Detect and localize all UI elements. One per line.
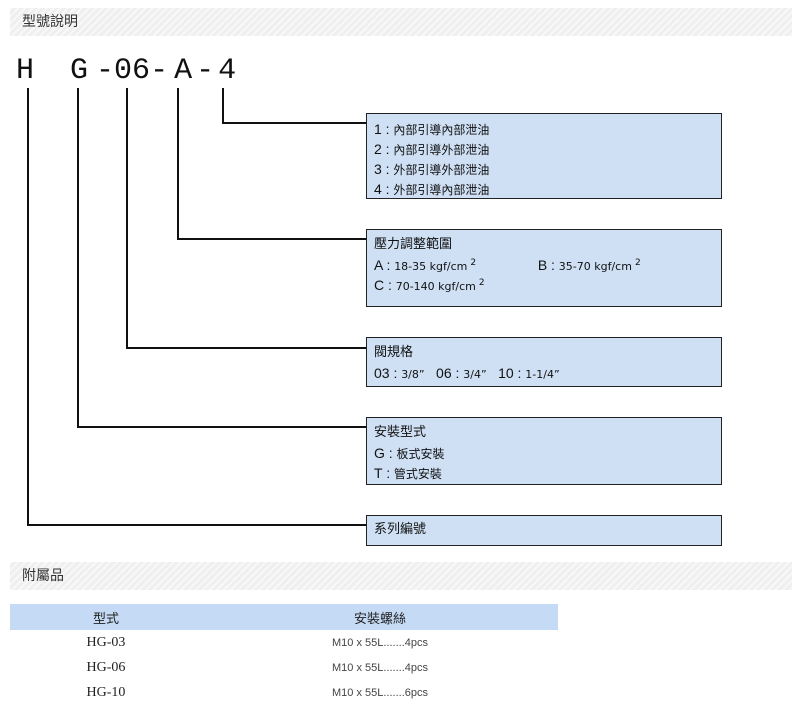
mount-box: 安裝型式 G : 板式安裝 T : 管式安裝 bbox=[366, 417, 722, 485]
drain-key-3: 3 : bbox=[374, 161, 390, 177]
pressure-row-ab: A : 18-35 kgf/cm 2 B : 35-70 kgf/cm 2 bbox=[374, 255, 714, 275]
pressure-key-c: C : bbox=[374, 277, 392, 293]
row-spec: M10 x 55L.......6pcs bbox=[332, 686, 428, 699]
accessories-table: 型式 安裝螺絲 HG-03 M10 x 55L.......4pcs HG-06… bbox=[10, 604, 558, 705]
row-model: HG-03 bbox=[86, 634, 126, 650]
model-code: H G -06- A -4 bbox=[16, 56, 236, 86]
series-box: 系列編號 bbox=[366, 515, 722, 546]
table-row: HG-10 M10 x 55L.......6pcs bbox=[10, 680, 558, 705]
drain-text-1: 內部引導內部泄油 bbox=[393, 123, 490, 137]
mount-key-t: T : bbox=[374, 465, 391, 481]
code-char-drain: 4 bbox=[218, 54, 237, 88]
pressure-row-c: C : 70-140 kgf/cm 2 bbox=[374, 275, 714, 295]
drain-box: 1 : 內部引導內部泄油 2 : 內部引導外部泄油 3 : 外部引導外部泄油 4… bbox=[366, 113, 722, 199]
connector-series-h bbox=[27, 524, 367, 526]
code-dash-2: - bbox=[150, 54, 169, 88]
pressure-key-a: A : bbox=[374, 257, 391, 273]
size-key-06: 06 : bbox=[436, 365, 460, 381]
mount-option-g: G : 板式安裝 bbox=[374, 443, 714, 463]
drain-option-2: 2 : 內部引導外部泄油 bbox=[374, 139, 714, 159]
pressure-sup-c: 2 bbox=[478, 278, 485, 288]
row-spec: M10 x 55L.......4pcs bbox=[332, 661, 428, 674]
table-row: HG-06 M10 x 55L.......4pcs bbox=[10, 655, 558, 680]
connector-drain-v bbox=[222, 88, 224, 124]
size-val-10: 1-1/4” bbox=[525, 368, 560, 381]
pressure-sup-a: 2 bbox=[470, 258, 477, 268]
pressure-sup-b: 2 bbox=[634, 258, 641, 268]
size-row: 03 : 3/8” 06 : 3/4” 10 : 1-1/4” bbox=[374, 363, 714, 383]
drain-key-4: 4 : bbox=[374, 181, 390, 197]
connector-mount-v bbox=[77, 88, 79, 428]
row-model: HG-06 bbox=[86, 659, 126, 675]
pressure-val-a: 18-35 kgf/cm bbox=[394, 260, 468, 273]
code-char-mount: G bbox=[70, 54, 89, 88]
pressure-title: 壓力調整範圍 bbox=[374, 237, 453, 252]
row-model: HG-10 bbox=[86, 684, 126, 700]
section-header-accessories: 附屬品 bbox=[10, 562, 792, 590]
code-dash-3: - bbox=[196, 54, 215, 88]
connector-size-h bbox=[126, 347, 367, 349]
pressure-box: 壓力調整範圍 A : 18-35 kgf/cm 2 B : 35-70 kgf/c… bbox=[366, 229, 722, 307]
drain-option-1: 1 : 內部引導內部泄油 bbox=[374, 119, 714, 139]
drain-key-2: 2 : bbox=[374, 141, 390, 157]
drain-key-1: 1 : bbox=[374, 121, 390, 137]
code-dash-1: - bbox=[96, 54, 115, 88]
row-spec: M10 x 55L.......4pcs bbox=[332, 636, 428, 649]
connector-drain-h bbox=[222, 122, 367, 124]
pressure-key-b: B : bbox=[537, 257, 555, 273]
mount-text-g: 板式安裝 bbox=[396, 447, 445, 461]
section-header-model: 型號說明 bbox=[10, 8, 792, 36]
section-title-model: 型號說明 bbox=[22, 14, 78, 30]
table-row: HG-03 M10 x 55L.......4pcs bbox=[10, 630, 558, 655]
drain-option-4: 4 : 外部引導內部泄油 bbox=[374, 179, 714, 199]
connector-series-v bbox=[27, 88, 29, 526]
header-model: 型式 bbox=[10, 604, 202, 630]
drain-text-2: 內部引導外部泄油 bbox=[393, 143, 490, 157]
code-char-size: 06 bbox=[114, 54, 151, 88]
pressure-val-c: 70-140 kgf/cm bbox=[395, 280, 476, 293]
code-char-series: H bbox=[16, 54, 35, 88]
mount-text-t: 管式安裝 bbox=[393, 467, 442, 481]
size-key-03: 03 : bbox=[374, 365, 398, 381]
size-val-06: 3/4” bbox=[463, 368, 487, 381]
code-char-pressure: A bbox=[174, 54, 193, 88]
size-title: 閥規格 bbox=[374, 345, 414, 360]
size-box: 閥規格 03 : 3/8” 06 : 3/4” 10 : 1-1/4” bbox=[366, 337, 722, 387]
pressure-val-b: 35-70 kgf/cm bbox=[558, 260, 632, 273]
connector-size-v bbox=[126, 88, 128, 349]
drain-text-3: 外部引導外部泄油 bbox=[393, 163, 490, 177]
header-screws: 安裝螺絲 bbox=[202, 604, 558, 630]
mount-title: 安裝型式 bbox=[374, 425, 427, 440]
series-title: 系列編號 bbox=[374, 522, 427, 537]
size-val-03: 3/8” bbox=[401, 368, 425, 381]
connector-pressure-v bbox=[177, 88, 179, 240]
table-header-row: 型式 安裝螺絲 bbox=[10, 604, 558, 630]
size-key-10: 10 : bbox=[498, 365, 522, 381]
drain-option-3: 3 : 外部引導外部泄油 bbox=[374, 159, 714, 179]
mount-key-g: G : bbox=[374, 445, 393, 461]
section-title-accessories: 附屬品 bbox=[22, 568, 64, 584]
connector-mount-h bbox=[77, 426, 367, 428]
drain-text-4: 外部引導內部泄油 bbox=[393, 183, 490, 197]
connector-pressure-h bbox=[177, 238, 367, 240]
mount-option-t: T : 管式安裝 bbox=[374, 463, 714, 483]
